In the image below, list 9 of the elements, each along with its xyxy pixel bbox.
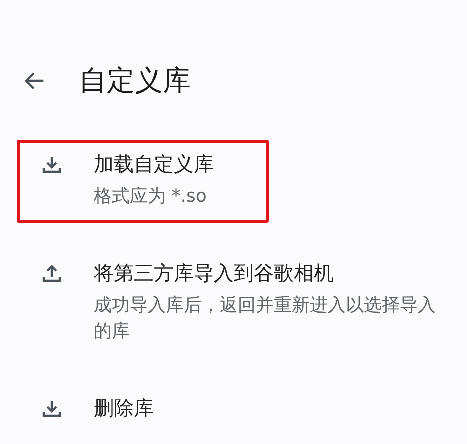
page-title: 自定义库 (79, 63, 191, 99)
item-description: 成功导入库后，返回并重新进入以选择导入的库 (94, 294, 437, 344)
item-title: 删除库 (94, 395, 154, 422)
item-title: 将第三方库导入到谷歌相机 (94, 260, 335, 287)
list-item[interactable]: 将第三方库导入到谷歌相机 成功导入库后，返回并重新进入以选择导入的库 (17, 249, 467, 358)
list-item[interactable]: 删除库 (17, 384, 467, 435)
list-item[interactable]: 加载自定义库 格式应为 *.so (17, 140, 269, 223)
item-title: 加载自定义库 (94, 151, 214, 178)
item-description: 格式应为 *.so (94, 185, 208, 209)
